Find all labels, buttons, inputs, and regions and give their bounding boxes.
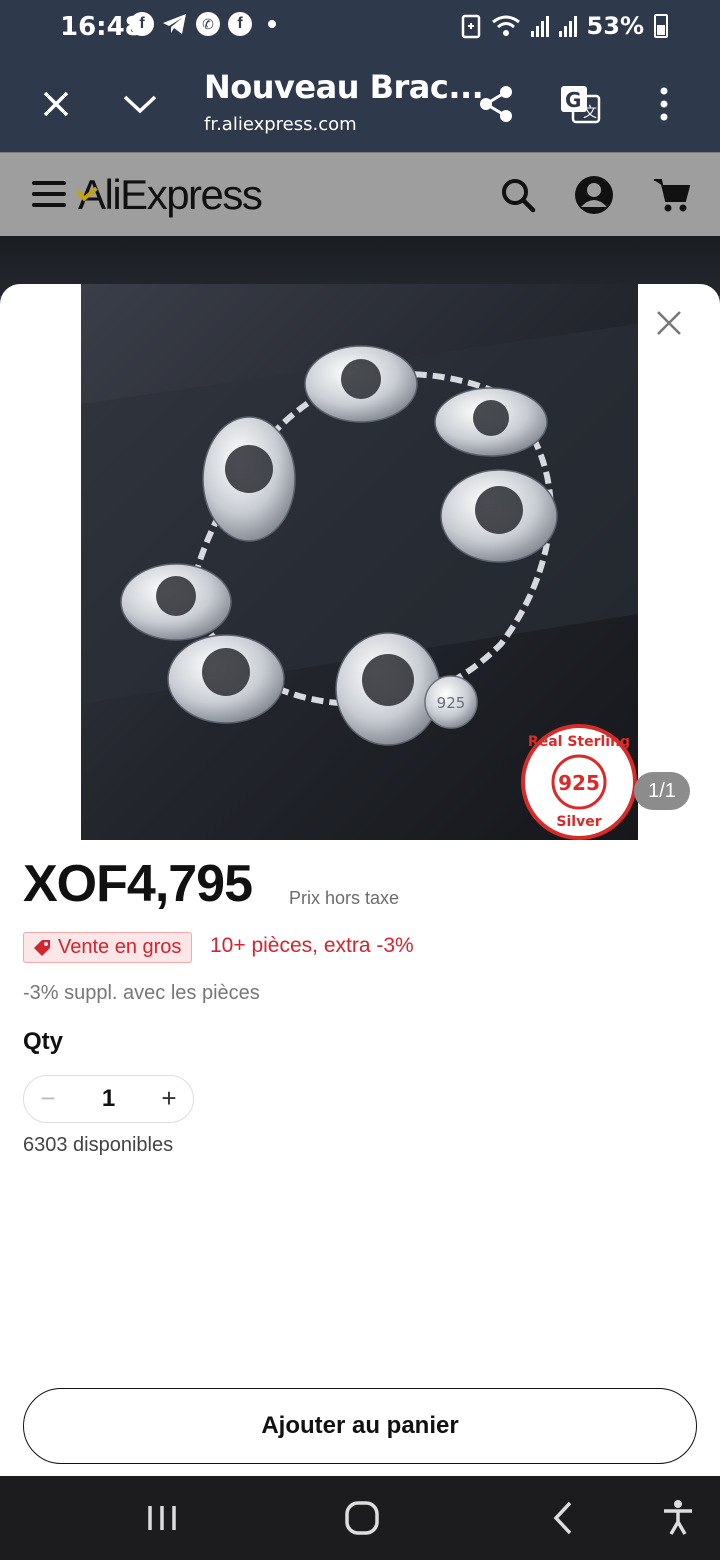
- product-sheet: 925 925 Real Sterling Silver 1/1 XOF4,79…: [0, 284, 720, 1476]
- translate-button[interactable]: G文: [552, 76, 608, 132]
- browser-toolbar: Nouveau Brac... fr.aliexpress.com G文: [0, 56, 720, 152]
- tax-note: Prix hors taxe: [289, 888, 400, 908]
- site-header: AliExpress: [0, 152, 720, 236]
- close-tab-button[interactable]: [28, 76, 84, 132]
- back-icon[interactable]: [544, 1498, 584, 1538]
- svg-text:文: 文: [583, 105, 597, 121]
- page-url: fr.aliexpress.com: [204, 114, 357, 135]
- facebook-icon: f: [228, 12, 252, 36]
- whatsapp-icon: ✆: [196, 12, 220, 36]
- signal-icon: [558, 15, 577, 37]
- recent-apps-icon[interactable]: [142, 1498, 182, 1538]
- cart-icon[interactable]: [652, 175, 692, 215]
- decrease-quantity-button[interactable]: −: [36, 1085, 60, 1111]
- status-bar: 16:48 f ✆ f 53%: [0, 0, 720, 56]
- seal-text-bottom: Silver: [556, 814, 601, 830]
- seal-text-top: Real Sterling: [528, 734, 630, 750]
- menu-icon[interactable]: [32, 181, 66, 207]
- status-app-icons: f ✆ f: [130, 12, 276, 36]
- stock-available: 6303 disponibles: [23, 1134, 174, 1156]
- account-icon[interactable]: [574, 175, 614, 215]
- telegram-icon: [163, 14, 186, 34]
- quantity-label: Qty: [23, 1028, 64, 1055]
- quantity-stepper: − 1 +: [23, 1075, 194, 1123]
- status-right: 53%: [461, 12, 668, 40]
- close-icon: [43, 91, 69, 117]
- search-icon[interactable]: [498, 175, 538, 215]
- extra-discount-note: -3% suppl. avec les pièces: [23, 982, 260, 1004]
- share-icon: [480, 86, 512, 122]
- tag-icon: [34, 939, 50, 956]
- logo-text: AliExpress: [78, 171, 263, 218]
- system-nav-bar: [0, 1476, 720, 1560]
- aliexpress-logo[interactable]: AliExpress: [76, 171, 263, 219]
- more-vert-icon: [660, 87, 668, 121]
- add-to-cart-button[interactable]: Ajouter au panier: [23, 1388, 697, 1464]
- minimize-button[interactable]: [112, 76, 168, 132]
- bulk-badge-label: Vente en gros: [58, 936, 182, 958]
- seal-number: 925: [558, 771, 600, 795]
- svg-text:G: G: [565, 88, 581, 112]
- image-counter: 1/1: [634, 772, 690, 810]
- translate-icon: G文: [561, 86, 601, 124]
- page-title: Nouveau Brac...: [204, 68, 484, 106]
- more-options-button[interactable]: [636, 76, 692, 132]
- bulk-badge: Vente en gros: [23, 932, 193, 963]
- signal-icon: [530, 15, 549, 37]
- share-button[interactable]: [468, 76, 524, 132]
- tag-text: 925: [437, 694, 466, 712]
- battery-icon: [654, 14, 668, 38]
- close-sheet-button[interactable]: [654, 308, 684, 338]
- product-image[interactable]: 925 925 Real Sterling Silver: [81, 284, 638, 840]
- bulk-offer-text: 10+ pièces, extra -3%: [210, 934, 414, 957]
- facebook-icon: f: [130, 12, 154, 36]
- notification-dot-icon: [268, 20, 276, 28]
- chevron-down-icon: [123, 95, 157, 114]
- recycle-icon: [461, 14, 480, 39]
- wifi-icon: [491, 15, 520, 36]
- product-price: XOF4,795: [23, 855, 253, 913]
- increase-quantity-button[interactable]: +: [157, 1085, 181, 1111]
- battery-percent: 53%: [586, 12, 644, 40]
- accessibility-icon[interactable]: [658, 1498, 698, 1538]
- home-icon[interactable]: [342, 1498, 382, 1538]
- bracelet-illustration: 925 925 Real Sterling Silver: [81, 284, 638, 840]
- quantity-value[interactable]: 1: [102, 1085, 115, 1113]
